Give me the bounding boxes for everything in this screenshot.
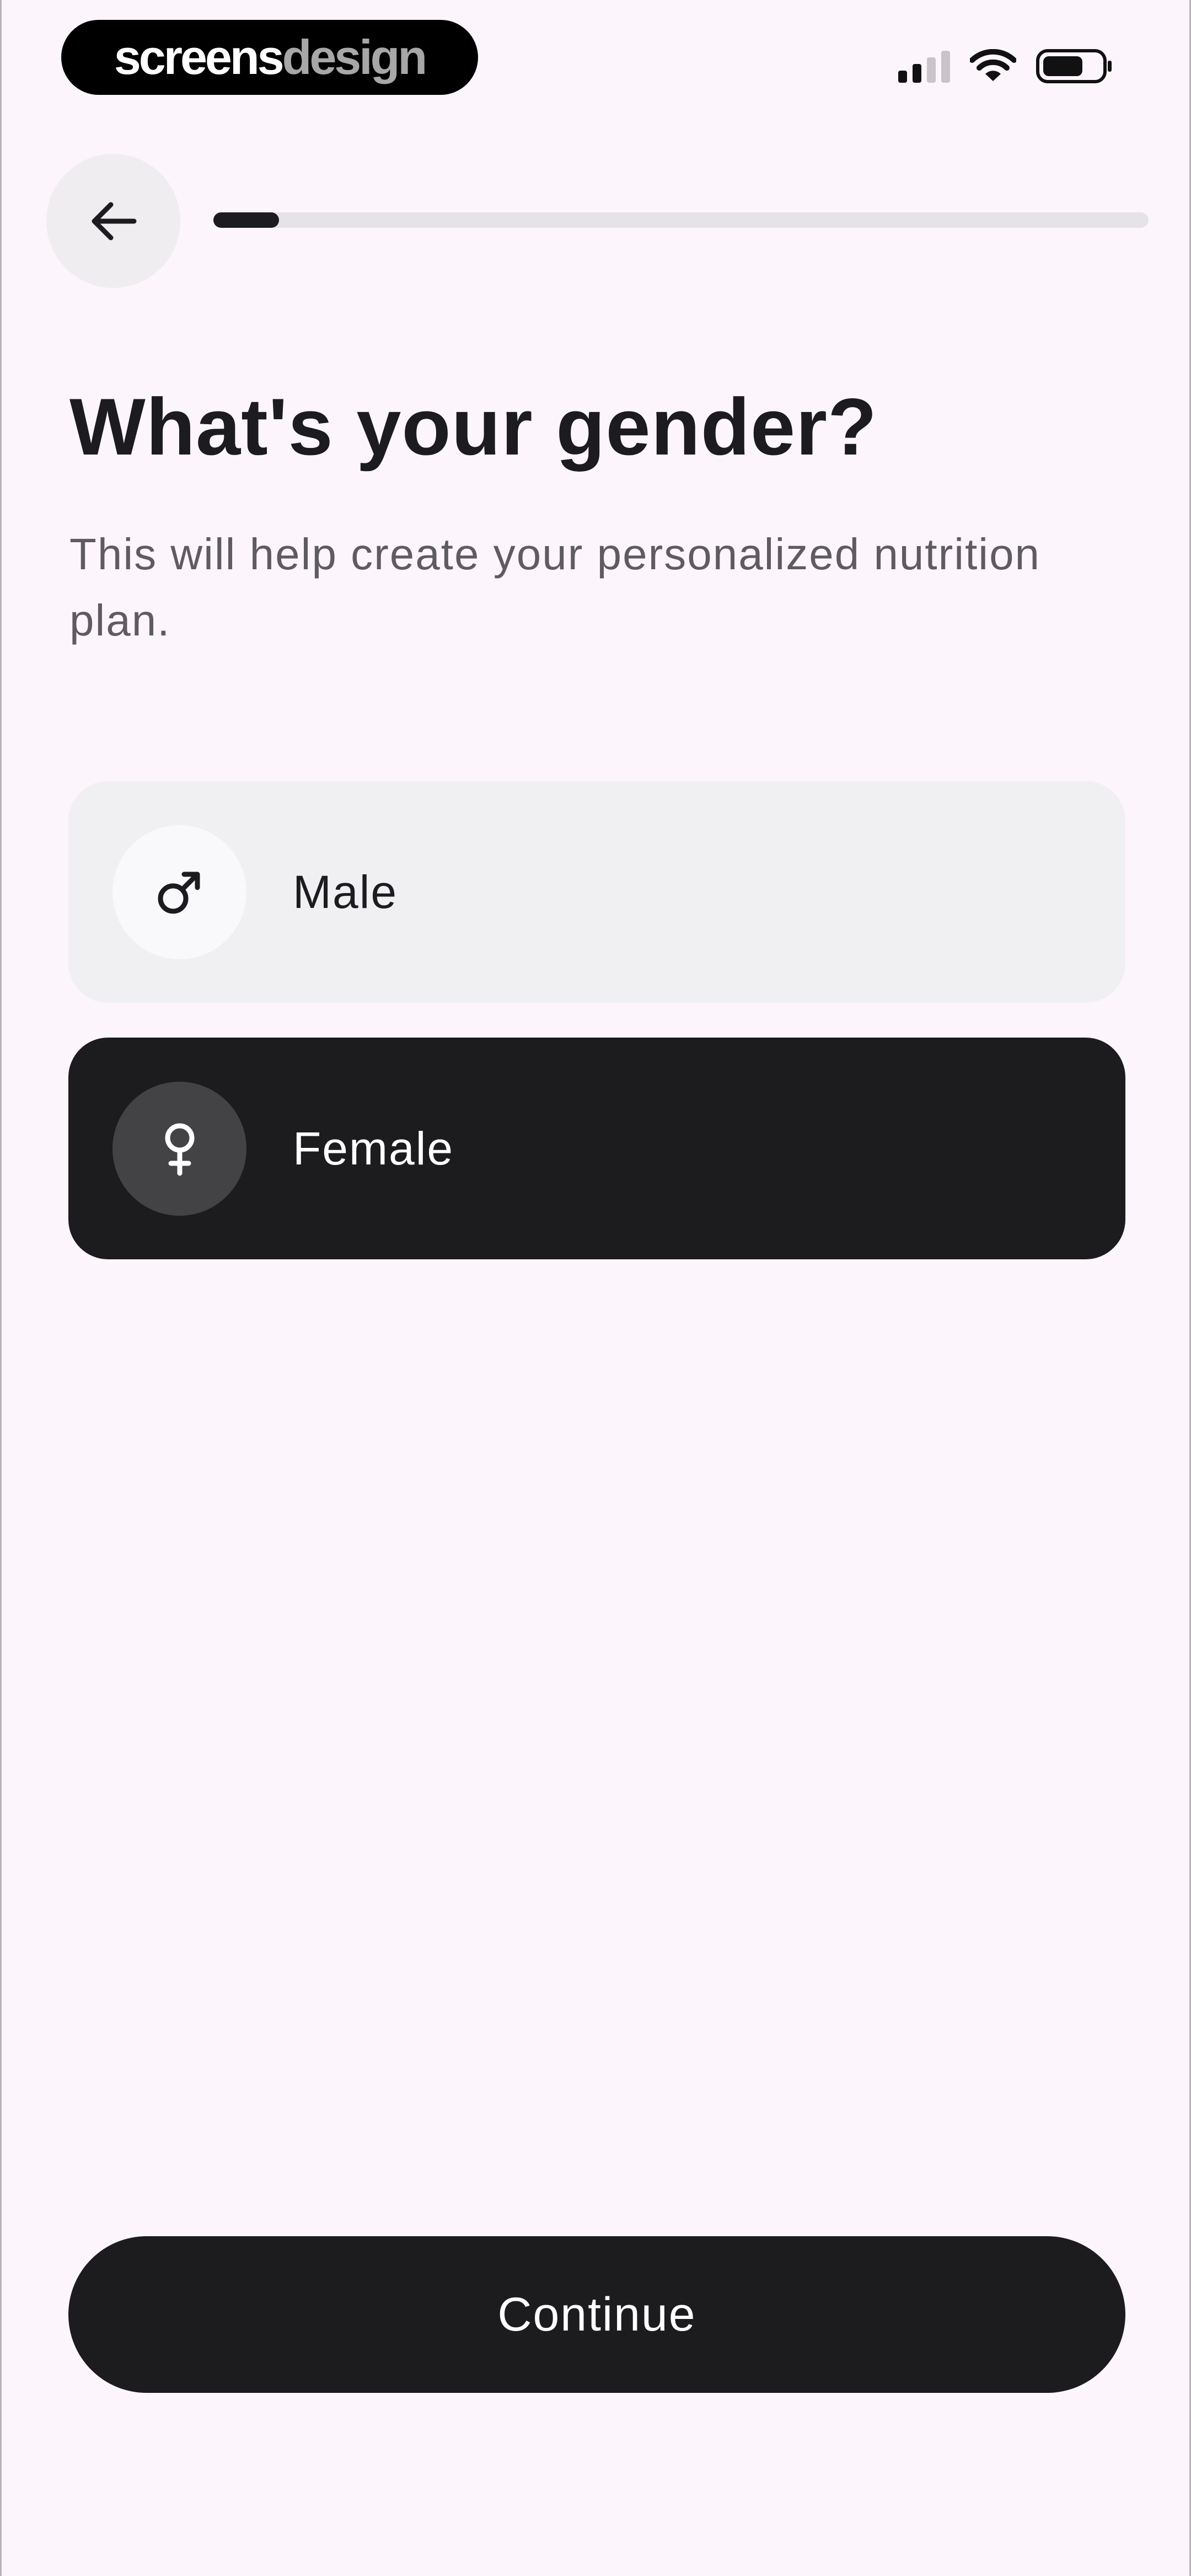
gender-option-label: Male (293, 865, 398, 918)
continue-button[interactable]: Continue (68, 2236, 1125, 2393)
status-icons (898, 46, 1113, 86)
progress-fill (213, 212, 279, 228)
brand-text-screens: screens (114, 30, 285, 84)
onboarding-progress-bar (213, 212, 1149, 228)
page-subtitle: This will help create your personalized … (69, 530, 1041, 645)
cellular-signal-icon (898, 50, 950, 83)
gender-option-label: Female (293, 1122, 454, 1174)
gender-option-female[interactable]: Female (68, 1038, 1125, 1259)
battery-icon (1036, 49, 1112, 83)
onboarding-screen: screens design What's your gender? This w… (0, 0, 1191, 2576)
arrow-left-icon (92, 202, 136, 240)
wifi-icon (970, 49, 1016, 81)
screensdesign-badge: screens design (61, 20, 478, 95)
gender-option-male[interactable]: Male (68, 781, 1125, 1003)
female-symbol-icon (112, 1081, 246, 1216)
back-button[interactable] (46, 154, 180, 288)
brand-text-design: design (282, 30, 428, 84)
page-title: What's your gender? (69, 382, 878, 472)
male-symbol-icon (112, 825, 246, 959)
